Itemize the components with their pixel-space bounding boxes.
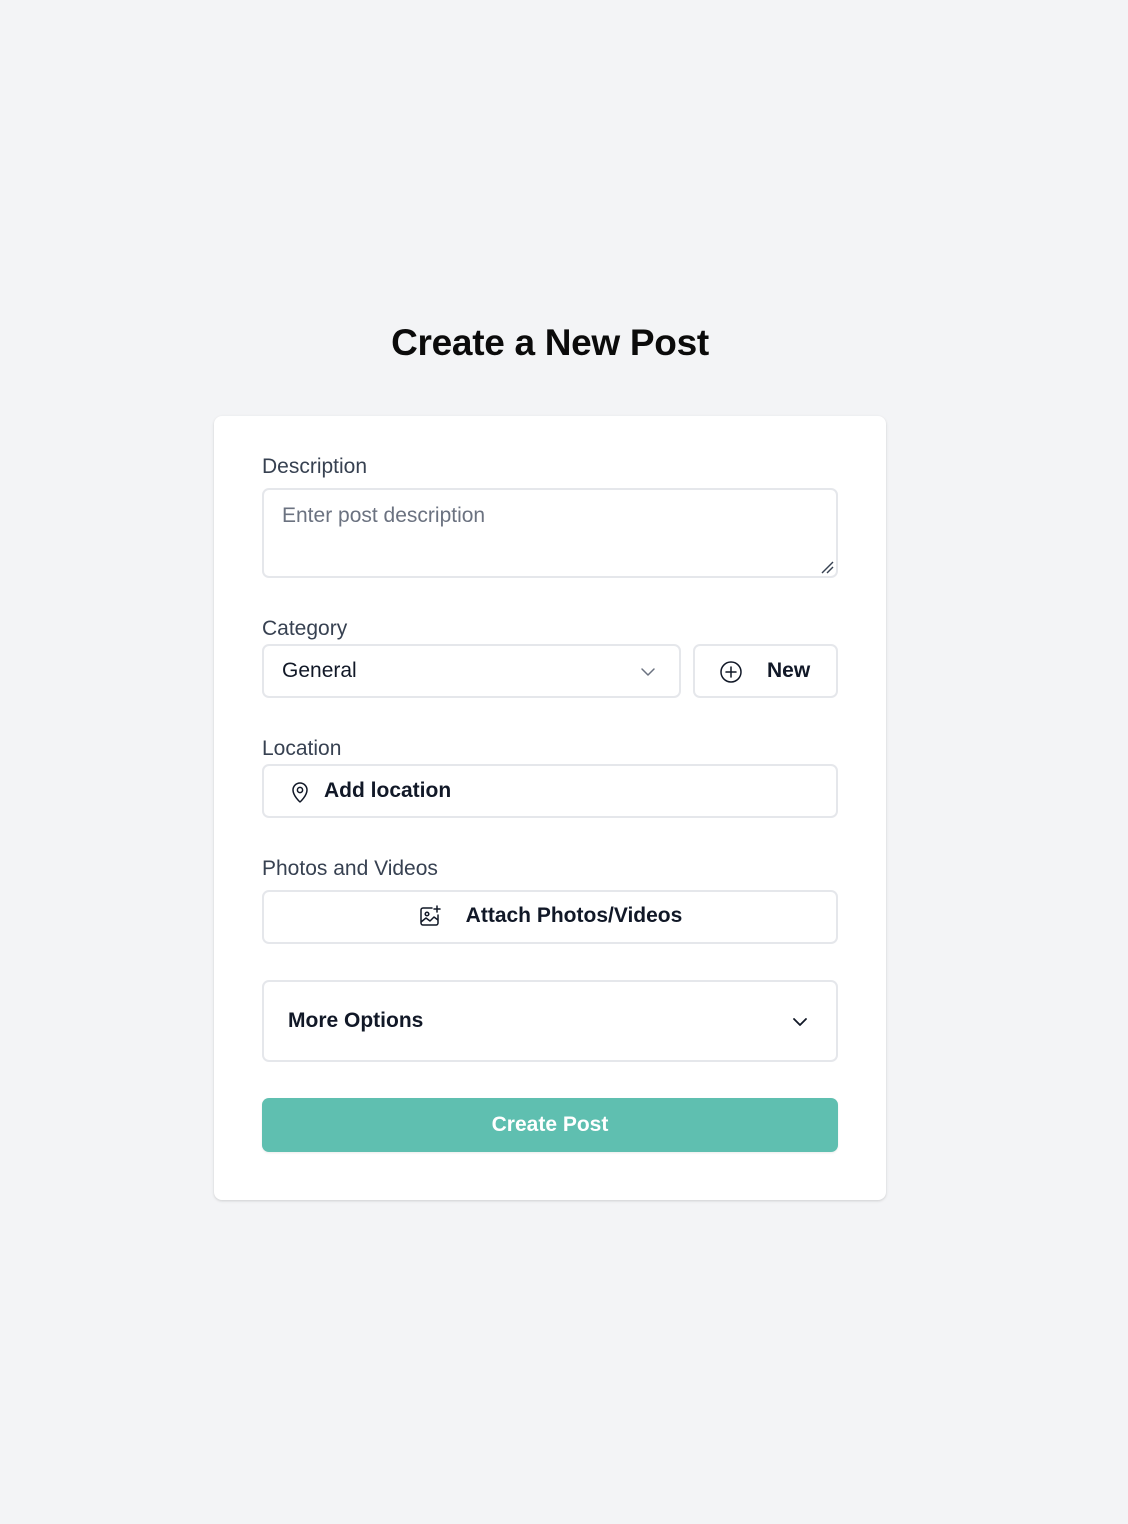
map-pin-icon bbox=[292, 782, 308, 803]
plus-circle-icon bbox=[720, 661, 742, 683]
image-add-icon bbox=[419, 905, 441, 926]
add-location-button[interactable]: Add location bbox=[262, 764, 838, 818]
category-selected-value: General bbox=[282, 659, 357, 682]
new-category-label: New bbox=[767, 659, 811, 682]
description-placeholder: Enter post description bbox=[282, 504, 486, 527]
create-post-button[interactable]: Create Post bbox=[262, 1098, 838, 1152]
new-category-button[interactable]: New bbox=[693, 644, 838, 698]
chevron-down-icon bbox=[641, 668, 655, 676]
more-options-toggle[interactable]: More Options bbox=[262, 980, 838, 1062]
page-title: Create a New Post bbox=[391, 322, 709, 363]
add-location-label: Add location bbox=[324, 779, 452, 802]
description-label: Description bbox=[262, 455, 368, 478]
chevron-down-icon bbox=[793, 1018, 807, 1026]
more-options-label: More Options bbox=[288, 1009, 424, 1032]
create-post-card: Description Enter post description Categ… bbox=[214, 416, 886, 1200]
attach-media-button[interactable]: Attach Photos/Videos bbox=[262, 890, 838, 944]
photos-videos-label: Photos and Videos bbox=[262, 857, 438, 880]
attach-media-label: Attach Photos/Videos bbox=[465, 904, 683, 927]
category-select[interactable]: General bbox=[262, 644, 681, 698]
category-label: Category bbox=[262, 617, 348, 640]
location-label: Location bbox=[262, 737, 342, 760]
description-textarea[interactable]: Enter post description bbox=[262, 488, 838, 578]
resize-handle-icon[interactable] bbox=[820, 560, 834, 574]
